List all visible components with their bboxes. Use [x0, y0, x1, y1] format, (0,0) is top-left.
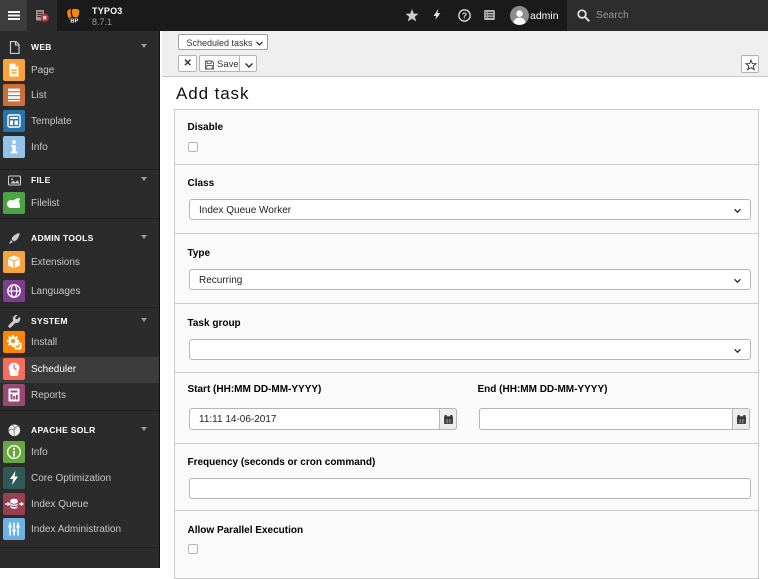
svg-text:BP: BP: [70, 19, 78, 24]
svg-text:?: ?: [462, 11, 467, 21]
